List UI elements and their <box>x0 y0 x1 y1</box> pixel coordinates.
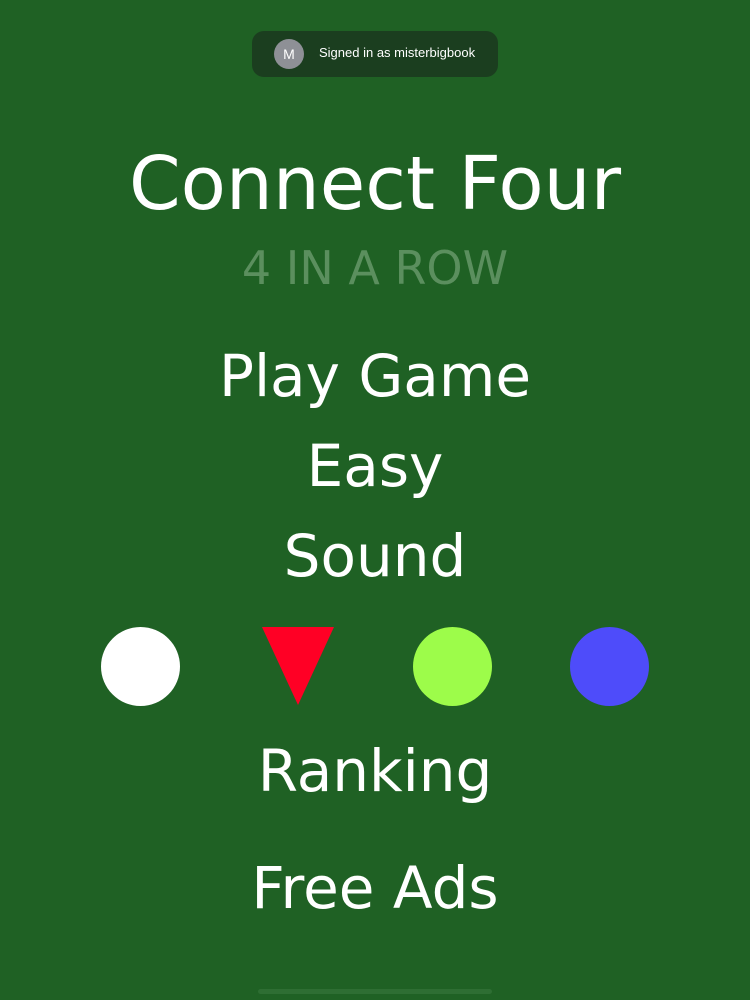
play-game-button[interactable]: Play Game <box>0 340 750 412</box>
sound-toggle[interactable]: Sound <box>0 520 750 592</box>
home-indicator <box>258 989 492 994</box>
game-subtitle: 4 IN A ROW <box>241 241 509 295</box>
signed-in-label: Signed in as misterbigbook <box>319 45 476 60</box>
ranking-button[interactable]: Ranking <box>0 735 750 807</box>
blue-disc-option[interactable] <box>570 627 649 706</box>
avatar: M <box>274 39 304 69</box>
green-disc-option[interactable] <box>413 627 492 706</box>
difficulty-button[interactable]: Easy <box>0 430 750 502</box>
free-ads-button[interactable]: Free Ads <box>0 852 750 924</box>
game-title: Connect Four <box>128 141 622 227</box>
red-triangle-selected-option[interactable] <box>262 627 334 705</box>
game-center-banner: M Signed in as misterbigbook <box>252 31 498 77</box>
white-disc-option[interactable] <box>101 627 180 706</box>
